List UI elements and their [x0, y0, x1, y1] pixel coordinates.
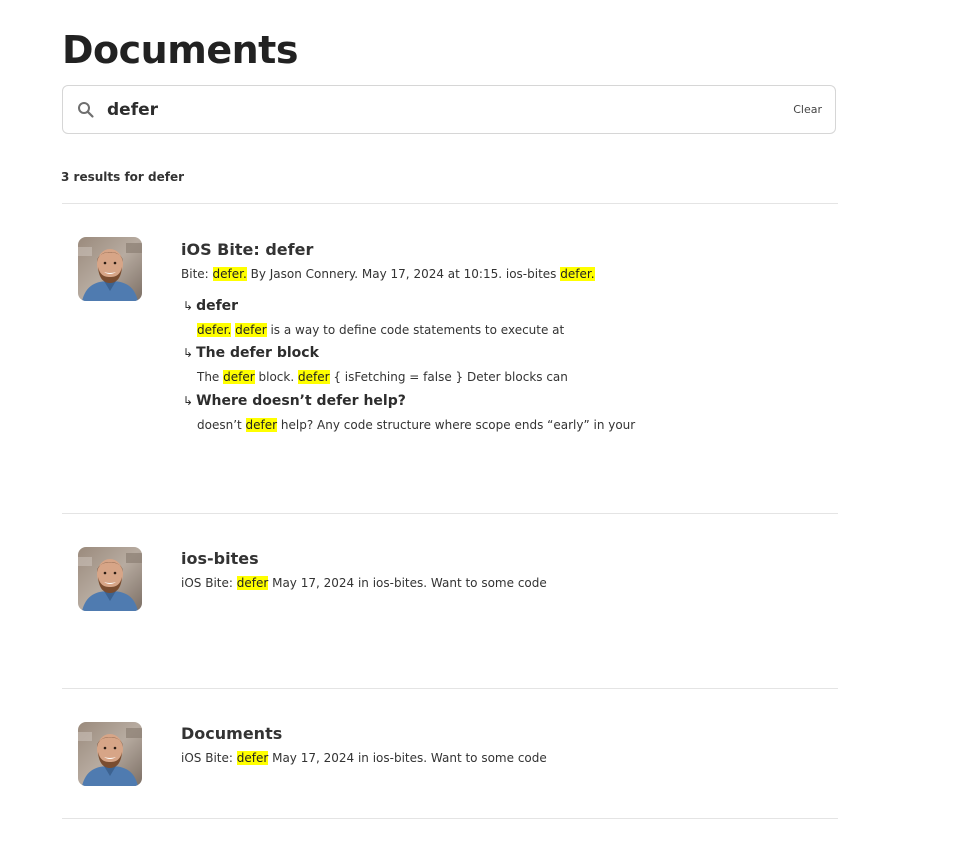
search-highlight: defer	[236, 751, 269, 765]
search-highlight: defer.	[560, 267, 595, 281]
divider	[62, 513, 838, 514]
sub-result-heading: The defer block	[196, 345, 319, 361]
clear-search-button[interactable]: Clear	[793, 103, 822, 116]
sub-result-snippet: The defer block. defer { isFetching = fa…	[197, 370, 568, 384]
author-avatar[interactable]	[78, 237, 142, 301]
result-snippet: iOS Bite: defer May 17, 2024 in ios-bite…	[181, 751, 547, 765]
divider	[62, 203, 838, 204]
sub-result-arrow-icon: ↳	[183, 394, 194, 408]
divider	[62, 818, 838, 819]
sub-result-link[interactable]: ↳ Where doesn’t defer help?	[183, 393, 406, 409]
sub-result-link[interactable]: ↳ defer	[183, 298, 238, 314]
sub-result-link[interactable]: ↳ The defer block	[183, 345, 319, 361]
search-highlight: defer	[297, 370, 330, 384]
result-title[interactable]: ios-bites	[181, 549, 259, 568]
sub-result-snippet: defer. defer is a way to define code sta…	[197, 323, 565, 337]
sub-result-arrow-icon: ↳	[183, 299, 194, 313]
sub-result-heading: defer	[196, 298, 239, 314]
result-snippet: iOS Bite: defer May 17, 2024 in ios-bite…	[181, 576, 547, 590]
search-icon	[77, 101, 95, 119]
search-box[interactable]: Clear	[62, 85, 836, 134]
search-highlight: defer	[235, 323, 267, 337]
search-input[interactable]	[107, 98, 747, 122]
result-snippet: Bite: defer. By Jason Connery. May 17, 2…	[181, 267, 595, 281]
sub-result-snippet: doesn’t defer help? Any code structure w…	[197, 418, 636, 432]
search-highlight: defer	[236, 576, 269, 590]
author-avatar[interactable]	[78, 722, 142, 786]
search-highlight: defer.	[197, 323, 232, 337]
results-count: 3 results for defer	[61, 170, 185, 184]
sub-result-heading: Where doesn’t defer help?	[196, 393, 406, 409]
divider	[62, 688, 838, 689]
search-highlight: defer	[245, 418, 278, 432]
result-title[interactable]: iOS Bite: defer	[181, 240, 313, 259]
search-highlight: defer	[223, 370, 255, 384]
result-title[interactable]: Documents	[181, 724, 282, 743]
search-highlight: defer.	[212, 267, 247, 281]
sub-result-arrow-icon: ↳	[183, 346, 194, 360]
author-avatar[interactable]	[78, 547, 142, 611]
page-title: Documents	[62, 28, 298, 72]
